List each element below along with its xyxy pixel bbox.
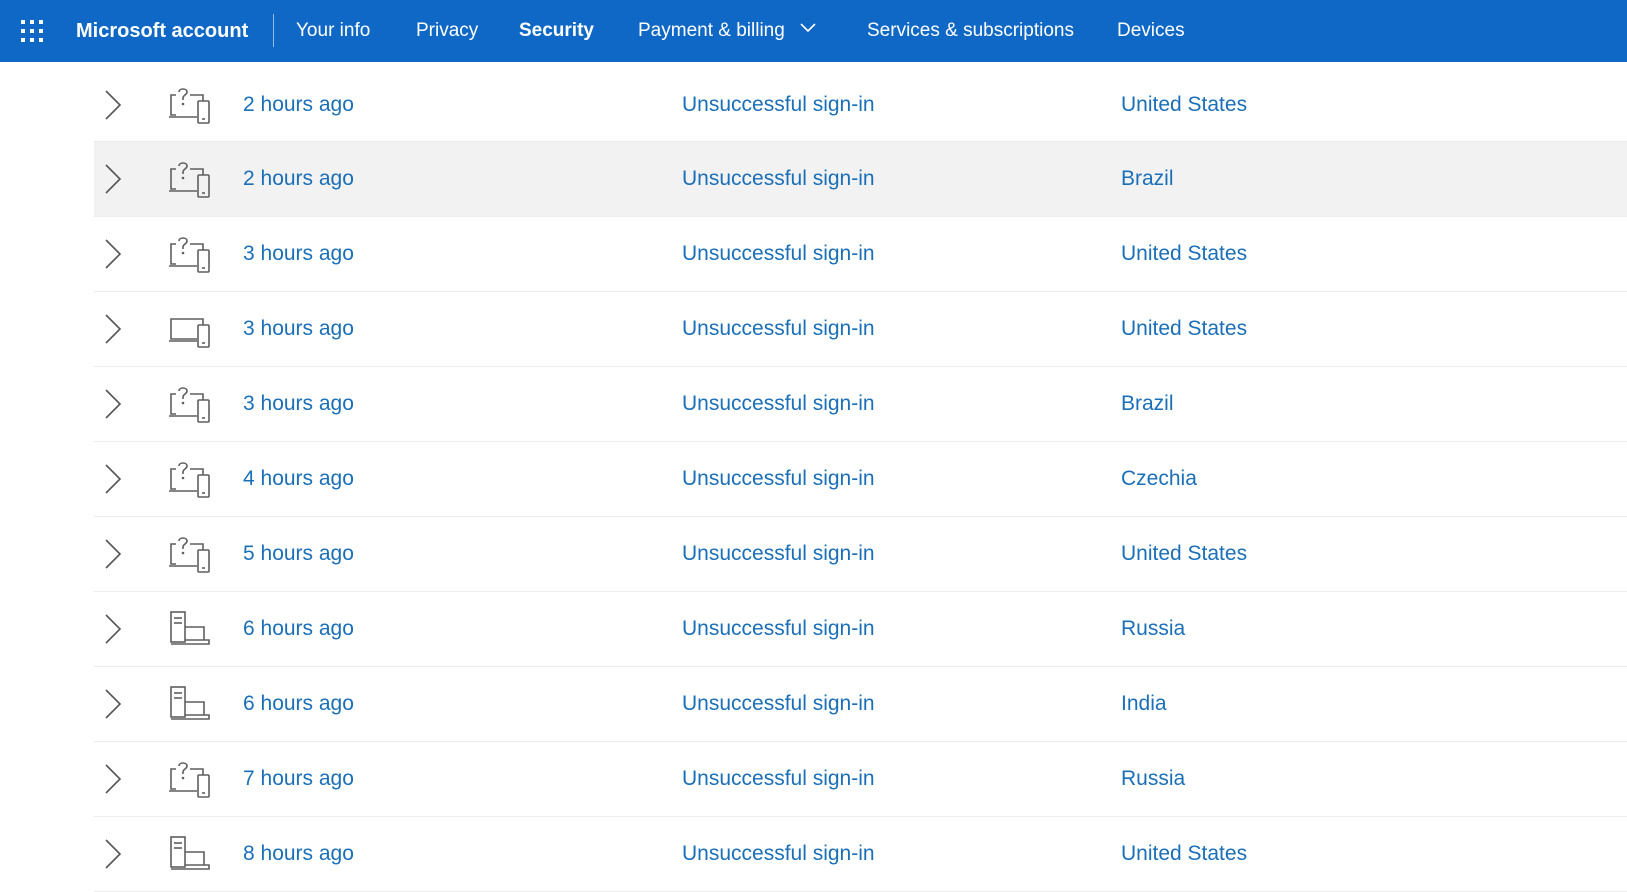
chevron-right-icon[interactable] [102,238,124,270]
activity-status: Unsuccessful sign-in [682,93,875,116]
chevron-right-icon[interactable] [102,313,124,345]
activity-row[interactable]: 7 hours ago Unsuccessful sign-in Russia [94,742,1627,817]
activity-time: 3 hours ago [243,242,354,265]
chevron-right-icon[interactable] [102,89,124,121]
activity-location: Brazil [1121,167,1174,190]
recent-activity-list: 2 hours ago Unsuccessful sign-in United St… [94,62,1627,892]
unknown-device-icon [168,159,212,199]
activity-location: Czechia [1121,467,1197,490]
chevron-right-icon[interactable] [102,613,124,645]
nav-privacy[interactable]: Privacy [416,0,478,62]
desktop-laptop-icon [168,609,212,649]
activity-status: Unsuccessful sign-in [682,467,875,490]
activity-location: India [1121,692,1167,715]
nav-your-info[interactable]: Your info [296,0,370,62]
activity-row[interactable]: 5 hours ago Unsuccessful sign-in United St… [94,517,1627,592]
activity-row[interactable]: 3 hours ago Unsuccessful sign-in Brazil [94,367,1627,442]
chevron-right-icon[interactable] [102,388,124,420]
chevron-right-icon[interactable] [102,538,124,570]
nav-payment-billing-label: Payment & billing [638,20,785,41]
chevron-right-icon[interactable] [102,763,124,795]
activity-time: 4 hours ago [243,467,354,490]
chevron-down-icon [800,23,816,33]
activity-time: 2 hours ago [243,93,354,116]
activity-status: Unsuccessful sign-in [682,242,875,265]
activity-status: Unsuccessful sign-in [682,692,875,715]
activity-time: 2 hours ago [243,167,354,190]
header-divider [273,14,274,47]
activity-time: 6 hours ago [243,692,354,715]
activity-time: 3 hours ago [243,317,354,340]
nav-services-subscriptions[interactable]: Services & subscriptions [867,0,1074,62]
unknown-device-icon [168,759,212,799]
chevron-right-icon[interactable] [102,163,124,195]
activity-location: United States [1121,842,1248,865]
activity-status: Unsuccessful sign-in [682,542,875,565]
activity-time: 5 hours ago [243,542,354,565]
chevron-right-icon[interactable] [102,463,124,495]
nav-devices[interactable]: Devices [1117,0,1185,62]
activity-row[interactable]: 6 hours ago Unsuccessful sign-in Russia [94,592,1627,667]
unknown-device-icon [168,384,212,424]
activity-status: Unsuccessful sign-in [682,167,875,190]
activity-time: 8 hours ago [243,842,354,865]
activity-time: 3 hours ago [243,392,354,415]
activity-location: Brazil [1121,392,1174,415]
top-navigation-bar: Microsoft account Your info Privacy Secu… [0,0,1627,62]
activity-row[interactable]: 8 hours ago Unsuccessful sign-in United St… [94,817,1627,892]
activity-time: 7 hours ago [243,767,354,790]
unknown-device-icon [168,459,212,499]
devices-icon [168,309,212,349]
activity-time: 6 hours ago [243,617,354,640]
activity-row[interactable]: 2 hours ago Unsuccessful sign-in United St… [94,62,1627,142]
chevron-right-icon[interactable] [102,688,124,720]
activity-location: United States [1121,242,1248,265]
activity-location: United States [1121,93,1248,116]
activity-row[interactable]: 2 hours ago Unsuccessful sign-in Brazil [94,142,1627,217]
nav-payment-billing[interactable]: Payment & billing [638,0,816,62]
activity-status: Unsuccessful sign-in [682,617,875,640]
activity-location: United States [1121,542,1248,565]
activity-row[interactable]: 6 hours ago Unsuccessful sign-in India [94,667,1627,742]
unknown-device-icon [168,85,212,125]
activity-status: Unsuccessful sign-in [682,842,875,865]
activity-location: United States [1121,317,1248,340]
activity-row[interactable]: 3 hours ago Unsuccessful sign-in United St… [94,292,1627,367]
nav-security[interactable]: Security [519,0,594,62]
desktop-laptop-icon [168,684,212,724]
unknown-device-icon [168,534,212,574]
activity-status: Unsuccessful sign-in [682,317,875,340]
app-launcher-icon[interactable] [20,19,44,43]
chevron-right-icon[interactable] [102,838,124,870]
app-title[interactable]: Microsoft account [76,0,248,62]
activity-location: Russia [1121,767,1186,790]
activity-location: Russia [1121,617,1186,640]
activity-row[interactable]: 3 hours ago Unsuccessful sign-in United St… [94,217,1627,292]
activity-status: Unsuccessful sign-in [682,392,875,415]
activity-status: Unsuccessful sign-in [682,767,875,790]
unknown-device-icon [168,234,212,274]
activity-row[interactable]: 4 hours ago Unsuccessful sign-in Czechia [94,442,1627,517]
desktop-laptop-icon [168,834,212,874]
